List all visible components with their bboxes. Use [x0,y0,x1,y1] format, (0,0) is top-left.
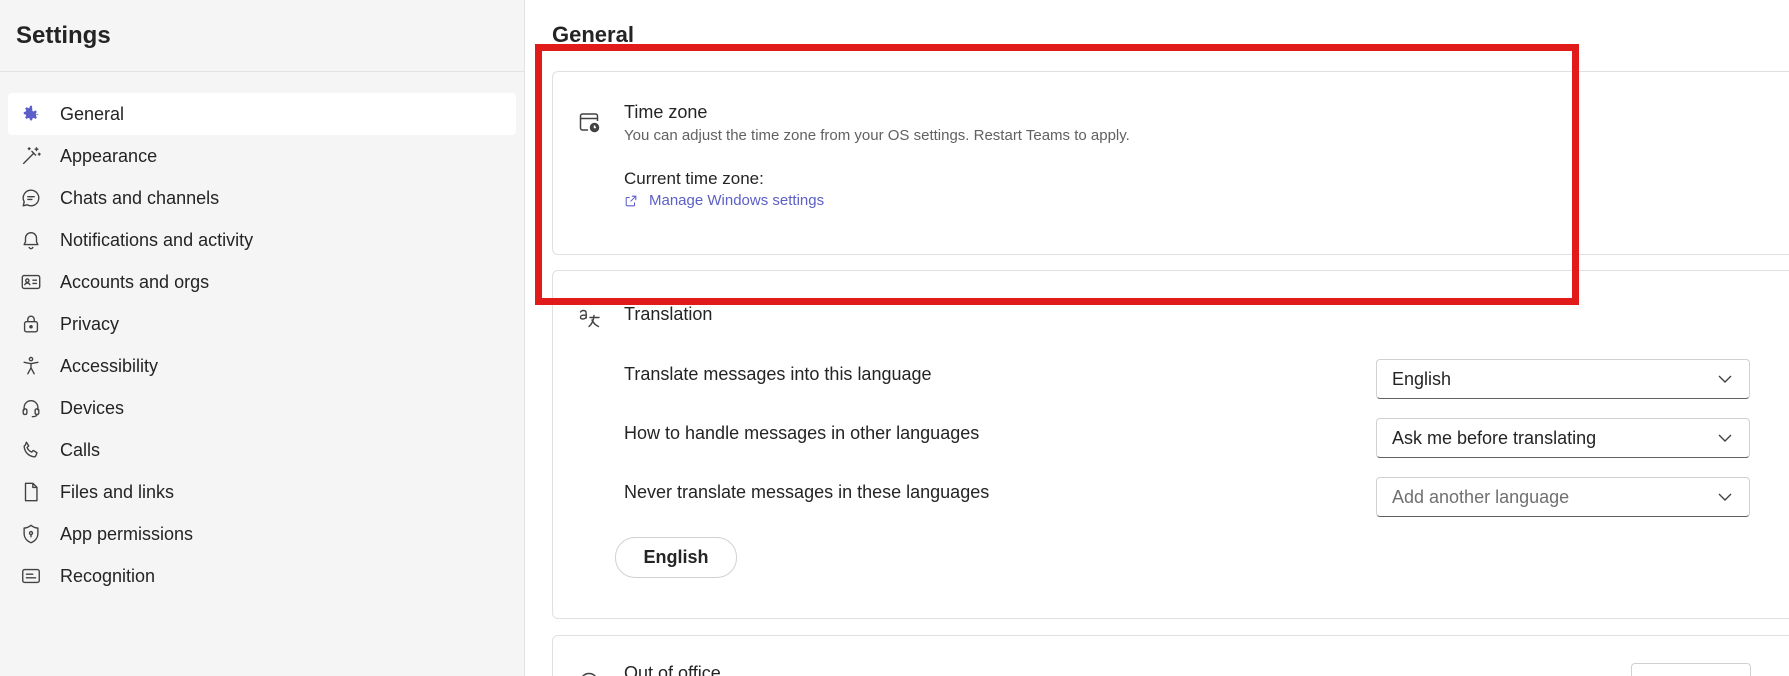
sidebar-item-appearance[interactable]: Appearance [8,135,516,177]
external-link-icon [625,195,637,206]
sidebar-item-notifications[interactable]: Notifications and activity [8,219,516,261]
shield-icon [19,522,43,546]
headset-icon [19,396,43,420]
translate-icon [577,306,601,330]
gear-icon [19,102,43,126]
settings-nav: General Appearance Chats and channels No… [0,93,525,597]
bell-icon [19,228,43,252]
never-translate-dropdown[interactable]: Add another language [1376,477,1750,517]
out-of-office-schedule-button[interactable] [1631,663,1751,676]
sidebar-title: Settings [16,22,111,49]
settings-sidebar: Settings General Appearance Chats and ch… [0,0,525,676]
calendar-clock-icon [577,110,601,134]
chevron-down-icon [1718,375,1732,383]
manage-windows-settings-link[interactable]: Manage Windows settings [624,192,824,209]
sidebar-item-general[interactable]: General [8,93,516,135]
sidebar-item-label: App permissions [60,523,194,544]
translation-heading: Translation [624,304,713,324]
sidebar-item-accounts-and-orgs[interactable]: Accounts and orgs [8,261,516,303]
never-translate-label: Never translate messages in these langua… [624,482,990,502]
time-zone-heading: Time zone [624,102,708,122]
teams-settings-window: Settings General Appearance Chats and ch… [0,0,1789,676]
dropdown-placeholder: Add another language [1392,486,1570,507]
contact-card-icon [19,270,43,294]
sidebar-item-label: Calls [60,439,101,460]
translation-card: Translation Translate messages into this… [552,270,1789,619]
sidebar-item-label: Appearance [60,145,158,166]
sidebar-item-label: Accounts and orgs [60,271,210,292]
page-title: General [552,22,634,47]
dropdown-value: Ask me before translating [1392,427,1597,448]
handle-other-languages-dropdown[interactable]: Ask me before translating [1376,418,1750,458]
sidebar-item-label: Recognition [60,565,156,586]
translate-into-dropdown[interactable]: English [1376,359,1750,399]
badge-icon [19,564,43,588]
time-zone-description: You can adjust the time zone from your O… [624,127,1130,144]
chevron-down-icon [1718,493,1732,501]
sidebar-item-app-permissions[interactable]: App permissions [8,513,516,555]
sidebar-item-privacy[interactable]: Privacy [8,303,516,345]
sidebar-item-recognition[interactable]: Recognition [8,555,516,597]
dropdown-value: English [1392,368,1452,389]
sidebar-item-label: Accessibility [60,355,159,376]
sidebar-item-chats-and-channels[interactable]: Chats and channels [8,177,516,219]
sidebar-item-files-and-links[interactable]: Files and links [8,471,516,513]
sidebar-item-calls[interactable]: Calls [8,429,516,471]
out-of-office-icon [577,670,601,676]
sidebar-divider [0,71,525,72]
language-chip-english[interactable]: English [615,537,737,578]
settings-main: General Time zone You can adjust the tim… [525,0,1789,676]
out-of-office-heading: Out of office [624,663,721,676]
handle-other-languages-label: How to handle messages in other language… [624,423,980,443]
sidebar-item-label: Devices [60,397,125,418]
sidebar-item-label: General [60,103,125,124]
lock-icon [19,312,43,336]
out-of-office-card: Out of office [552,635,1789,676]
sidebar-item-devices[interactable]: Devices [8,387,516,429]
sidebar-item-label: Privacy [60,313,120,334]
phone-icon [19,438,43,462]
time-zone-card: Time zone You can adjust the time zone f… [552,71,1789,255]
current-time-zone-label: Current time zone: [624,169,764,188]
document-icon [19,480,43,504]
translate-into-label: Translate messages into this language [624,364,932,384]
sidebar-item-label: Files and links [60,481,175,502]
sidebar-item-accessibility[interactable]: Accessibility [8,345,516,387]
sidebar-item-label: Notifications and activity [60,229,254,250]
sidebar-item-label: Chats and channels [60,187,220,208]
magic-wand-icon [19,144,43,168]
manage-windows-settings-label: Manage Windows settings [649,192,825,209]
chat-icon [19,186,43,210]
accessibility-icon [19,354,43,378]
chevron-down-icon [1718,434,1732,442]
